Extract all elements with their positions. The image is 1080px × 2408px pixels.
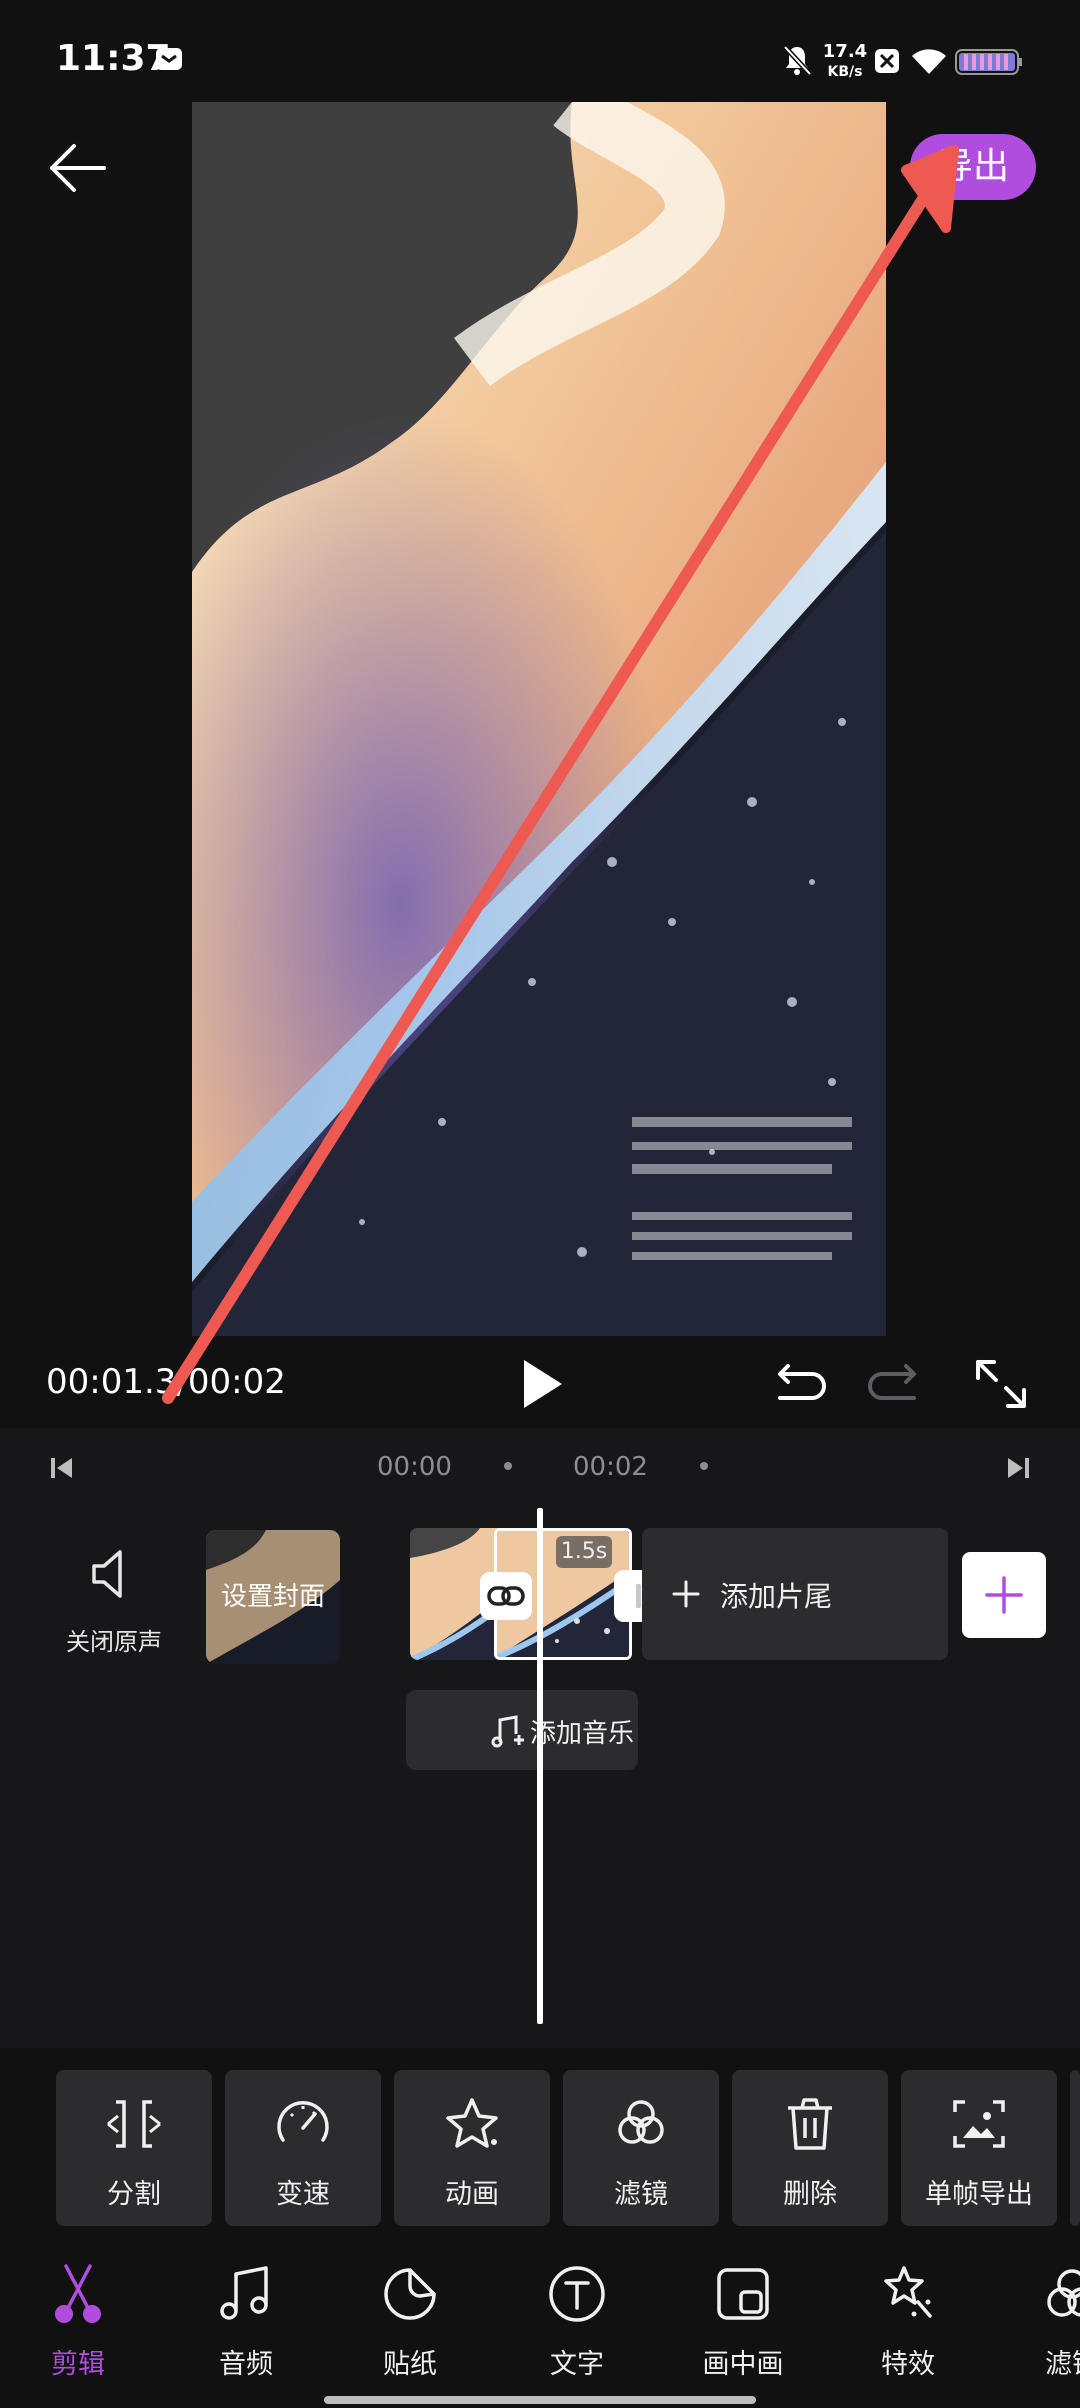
play-icon[interactable]: [518, 1356, 566, 1412]
set-cover-label: 设置封面: [206, 1530, 340, 1664]
tool-label: 变速: [276, 2179, 330, 2210]
tool-filter[interactable]: 滤镜: [563, 2070, 719, 2226]
picture-in-picture-icon: [717, 2268, 769, 2320]
redo-icon: [868, 1364, 916, 1400]
transition-link-icon[interactable]: [480, 1572, 532, 1620]
music-note-add-icon: [491, 1715, 524, 1748]
speed-icon: [277, 2100, 329, 2142]
nav-audio[interactable]: 音频: [186, 2262, 306, 2382]
music-note-icon: [220, 2266, 268, 2320]
add-clip-button[interactable]: [962, 1552, 1046, 1638]
wifi-icon: [912, 49, 946, 74]
video-preview[interactable]: [192, 102, 886, 1336]
nav-filter[interactable]: 滤镜: [1012, 2262, 1080, 2382]
net-speed: 17.4 KB/s: [822, 42, 868, 82]
nav-label: 音频: [219, 2349, 273, 2380]
clip-duration-badge: 1.5s: [556, 1536, 612, 1568]
skip-to-end-icon[interactable]: [1004, 1454, 1032, 1482]
tool-label: 滤镜: [614, 2179, 668, 2210]
tool-next-partial[interactable]: [1070, 2070, 1080, 2226]
add-ending-label: 添加片尾: [720, 1580, 833, 1613]
timecode: 00:01.3/00:02: [46, 1362, 286, 1402]
tool-animation[interactable]: 动画: [394, 2070, 550, 2226]
undo-icon[interactable]: [768, 1356, 826, 1412]
x-box-icon: [875, 49, 899, 73]
nav-label: 文字: [550, 2349, 604, 2380]
back-arrow-icon[interactable]: [46, 136, 110, 200]
home-indicator[interactable]: [324, 2396, 756, 2404]
frame-export-icon: [953, 2100, 1005, 2148]
timeline-tick: 00:02: [573, 1452, 648, 1482]
trash-icon: [788, 2098, 832, 2150]
tool-delete[interactable]: 删除: [732, 2070, 888, 2226]
filter-icon: [1047, 2269, 1080, 2317]
tool-label: 删除: [783, 2179, 837, 2210]
timeline-tick: 00:00: [377, 1452, 452, 1482]
nav-label: 滤镜: [1045, 2349, 1080, 2380]
filter-icon: [618, 2100, 664, 2144]
mute-original-sound-label[interactable]: 关闭原声: [52, 1622, 176, 1657]
effects-icon: [884, 2266, 932, 2318]
nav-effects[interactable]: 特效: [848, 2262, 968, 2382]
plus-icon: [672, 1580, 700, 1608]
net-speed-unit: KB/s: [827, 64, 863, 80]
nav-picture-in-picture[interactable]: 画中画: [683, 2262, 803, 2382]
timeline-dot: [700, 1462, 708, 1470]
net-speed-value: 17.4: [822, 41, 868, 62]
add-music-label: 添加音乐: [530, 1719, 635, 1749]
tool-split[interactable]: 分割: [56, 2070, 212, 2226]
tool-label: 分割: [107, 2179, 161, 2210]
nav-edit[interactable]: 剪辑: [18, 2262, 138, 2382]
text-icon: [549, 2266, 605, 2322]
skip-to-start-icon[interactable]: [48, 1454, 76, 1482]
export-button[interactable]: 导出: [910, 134, 1036, 200]
sticker-icon: [384, 2268, 436, 2320]
star-animation-icon: [446, 2098, 498, 2148]
nav-label: 画中画: [702, 2349, 784, 2380]
speaker-icon[interactable]: [88, 1548, 138, 1600]
nav-label: 剪辑: [51, 2349, 105, 2380]
tool-label: 动画: [445, 2179, 499, 2210]
nav-label: 特效: [881, 2349, 935, 2380]
tool-frame-export[interactable]: 单帧导出: [901, 2070, 1057, 2226]
nav-sticker[interactable]: 贴纸: [350, 2262, 470, 2382]
scissors-icon: [55, 2264, 101, 2323]
nav-label: 贴纸: [383, 2349, 437, 2380]
mail-icon: [156, 48, 182, 70]
tool-speed[interactable]: 变速: [225, 2070, 381, 2226]
set-cover-button[interactable]: 设置封面: [206, 1530, 340, 1664]
mute-bell-icon: [783, 45, 812, 76]
split-icon: [107, 2100, 161, 2148]
nav-text[interactable]: 文字: [517, 2262, 637, 2382]
playhead[interactable]: [537, 1508, 543, 2024]
plus-icon: [985, 1576, 1023, 1614]
timeline-dot: [504, 1462, 512, 1470]
battery-icon: [955, 49, 1022, 75]
fullscreen-icon[interactable]: [972, 1356, 1030, 1412]
tool-label: 单帧导出: [925, 2179, 1033, 2210]
